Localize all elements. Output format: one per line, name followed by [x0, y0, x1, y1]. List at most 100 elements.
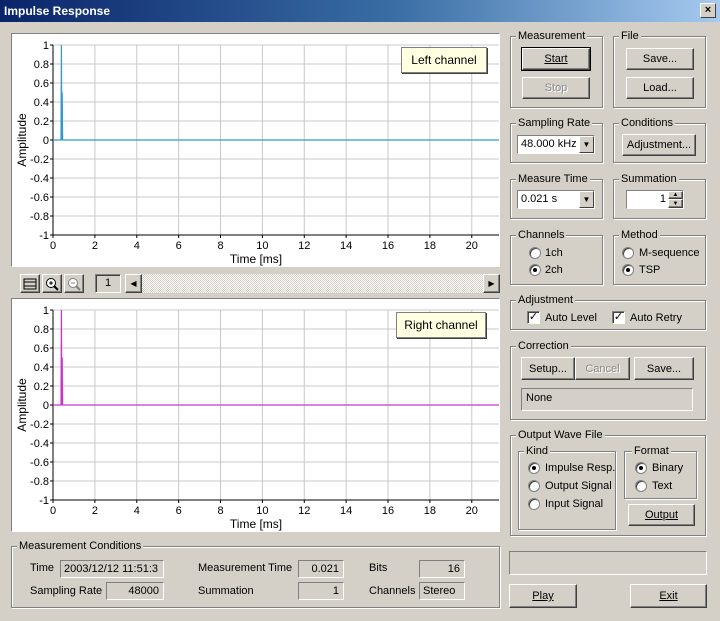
- fit-view-button[interactable]: [20, 274, 40, 293]
- y-tick-label: 0.4: [34, 97, 49, 109]
- output-wave-title: Output Wave File: [516, 429, 605, 441]
- kind-impulse-radio[interactable]: [528, 462, 540, 474]
- x-tick-label: 0: [50, 505, 56, 517]
- channels-title: Channels: [516, 229, 567, 241]
- page-number-field[interactable]: 1: [95, 274, 121, 293]
- sampling-rate-selected: 48.000 kHz: [521, 138, 577, 150]
- method-msequence-label: M-sequence: [639, 247, 700, 259]
- zoom-in-icon: [46, 277, 59, 291]
- correction-cancel-button[interactable]: Cancel: [575, 357, 630, 380]
- kind-output-signal-label: Output Signal: [545, 480, 612, 492]
- x-tick-label: 12: [298, 240, 310, 252]
- bits-value: 16: [419, 560, 465, 578]
- scroll-right-button[interactable]: ▶: [483, 274, 500, 293]
- x-axis-title: Time [ms]: [230, 252, 282, 266]
- y-tick-label: -1: [39, 230, 49, 242]
- sampling-rate-value: 48000: [106, 582, 164, 600]
- format-text-label: Text: [652, 480, 673, 492]
- zoom-out-button[interactable]: [64, 274, 84, 293]
- channels-label: Channels: [369, 585, 416, 597]
- format-text-radio[interactable]: [635, 480, 647, 492]
- y-tick-label: 0.2: [34, 116, 49, 128]
- kind-output-signal-radio[interactable]: [528, 480, 540, 492]
- y-tick-label: 0.6: [34, 78, 49, 90]
- x-tick-label: 18: [424, 505, 436, 517]
- adjustment-button[interactable]: Adjustment...: [622, 134, 696, 156]
- x-tick-label: 10: [256, 240, 268, 252]
- window-title: Impulse Response: [4, 4, 111, 18]
- x-tick-label: 2: [92, 240, 98, 252]
- file-title: File: [619, 30, 641, 42]
- measure-time-select[interactable]: 0.021 s ▼: [517, 190, 595, 209]
- right-channel-label: Right channel: [396, 312, 486, 338]
- y-tick-label: 1: [43, 305, 49, 317]
- auto-retry-label: Auto Retry: [630, 312, 682, 324]
- auto-level-checkbox[interactable]: ✓: [527, 311, 540, 324]
- correction-file-field: None: [521, 388, 693, 411]
- sampling-rate-label: Sampling Rate: [30, 585, 103, 597]
- play-button[interactable]: Play: [509, 584, 577, 608]
- conditions-title: Conditions: [619, 117, 675, 129]
- channels-1ch-radio[interactable]: [529, 247, 541, 259]
- spin-up-icon[interactable]: ▲: [668, 191, 683, 199]
- correction-save-button[interactable]: Save...: [634, 357, 694, 380]
- y-tick-label: -0.8: [30, 211, 49, 223]
- status-field: [509, 551, 707, 575]
- channels-2ch-radio[interactable]: [529, 264, 541, 276]
- chevron-down-icon[interactable]: ▼: [579, 136, 594, 153]
- correction-title: Correction: [516, 340, 571, 352]
- exit-button[interactable]: Exit: [630, 584, 707, 608]
- x-tick-label: 6: [176, 505, 182, 517]
- method-title: Method: [619, 229, 660, 241]
- summation-value-field[interactable]: 1: [660, 193, 666, 205]
- y-tick-label: 0.6: [34, 343, 49, 355]
- y-tick-label: 0: [43, 400, 49, 412]
- y-axis-title: Amplitude: [15, 113, 29, 167]
- x-tick-label: 16: [382, 505, 394, 517]
- time-label: Time: [30, 562, 55, 574]
- chevron-down-icon[interactable]: ▼: [579, 191, 594, 208]
- x-tick-label: 14: [340, 240, 352, 252]
- auto-retry-checkbox[interactable]: ✓: [612, 311, 625, 324]
- stop-button[interactable]: Stop: [522, 77, 590, 99]
- method-tsp-radio[interactable]: [622, 264, 634, 276]
- x-tick-label: 8: [217, 240, 223, 252]
- start-button[interactable]: Start: [521, 47, 591, 71]
- x-tick-label: 6: [176, 240, 182, 252]
- left-channel-label: Left channel: [401, 47, 487, 73]
- x-tick-label: 0: [50, 240, 56, 252]
- x-tick-label: 4: [134, 505, 140, 517]
- time-value: 2003/12/12 11:51:3: [60, 560, 164, 578]
- summation-spinner[interactable]: 1 ▲ ▼: [626, 190, 684, 209]
- summation-value: 1: [298, 582, 344, 600]
- output-button[interactable]: Output: [628, 504, 695, 526]
- x-tick-label: 2: [92, 505, 98, 517]
- file-save-button[interactable]: Save...: [626, 48, 694, 70]
- sampling-rate-select[interactable]: 48.000 kHz ▼: [517, 135, 595, 154]
- y-tick-label: -0.4: [30, 438, 49, 450]
- kind-impulse-label: Impulse Resp.: [545, 462, 616, 474]
- kind-input-signal-radio[interactable]: [528, 498, 540, 510]
- x-tick-label: 20: [466, 505, 478, 517]
- auto-level-label: Auto Level: [545, 312, 597, 324]
- format-binary-radio[interactable]: [635, 462, 647, 474]
- y-tick-label: 0.4: [34, 362, 49, 374]
- x-tick-label: 8: [217, 505, 223, 517]
- method-group: [613, 235, 706, 285]
- measurement-conditions-title: Measurement Conditions: [17, 540, 144, 552]
- zoom-in-button[interactable]: [42, 274, 62, 293]
- channels-value: Stereo: [419, 582, 465, 600]
- method-msequence-radio[interactable]: [622, 247, 634, 259]
- right-channel-plot-frame: 1 0.8 0.6 0.4 0.2 0 -0.2 -0.4 -0.6 -0.8 -1 0 2 4 6 8 10 1…: [11, 298, 500, 532]
- bits-label: Bits: [369, 562, 388, 574]
- measurement-time-label: Measurement Time: [198, 562, 293, 574]
- horizontal-scroll-track[interactable]: [142, 274, 483, 293]
- file-load-button[interactable]: Load...: [626, 77, 694, 99]
- correction-setup-button[interactable]: Setup...: [521, 357, 575, 380]
- scroll-left-button[interactable]: ◀: [125, 274, 142, 293]
- x-tick-label: 12: [298, 505, 310, 517]
- y-tick-label: 0.8: [34, 324, 49, 336]
- y-tick-label: -0.2: [30, 419, 49, 431]
- spin-down-icon[interactable]: ▼: [668, 199, 683, 208]
- close-button[interactable]: ×: [700, 3, 716, 18]
